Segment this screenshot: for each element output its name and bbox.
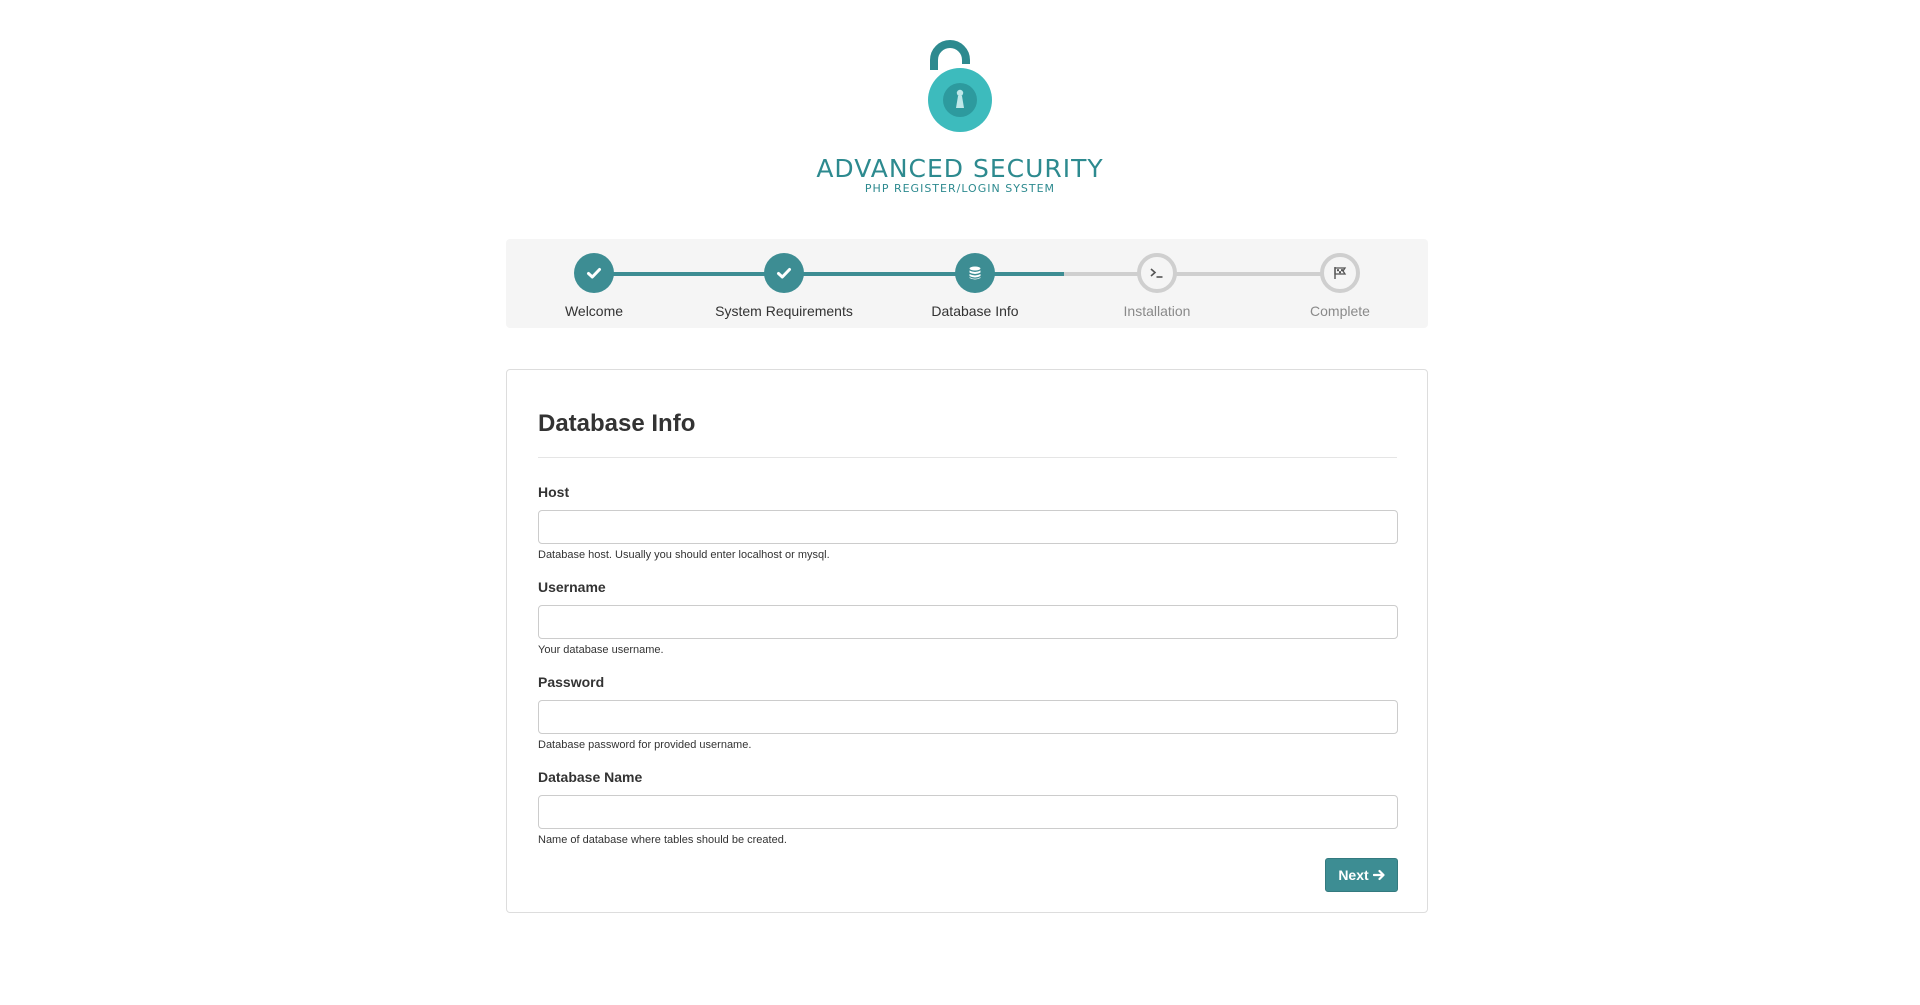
password-help-text: Database password for provided username.: [538, 739, 752, 751]
brand-title: ADVANCED SECURITY: [816, 154, 1104, 183]
database-name-help-text: Name of database where tables should be …: [538, 834, 787, 846]
next-button[interactable]: Next: [1325, 858, 1398, 892]
step-complete: Complete: [1250, 253, 1430, 319]
check-icon: [777, 268, 791, 279]
step-circle: [1137, 253, 1177, 293]
check-icon: [587, 268, 601, 279]
step-circle: [764, 253, 804, 293]
host-input[interactable]: [538, 510, 1398, 544]
password-input[interactable]: [538, 700, 1398, 734]
step-installation: Installation: [1067, 253, 1247, 319]
username-label: Username: [538, 579, 606, 595]
wizard-steps: Welcome System Requirements Database Inf…: [506, 239, 1428, 328]
database-name-field-group: Database Name Name of database where tab…: [538, 767, 1398, 847]
host-label: Host: [538, 484, 570, 500]
padlock-open-icon: [928, 40, 992, 132]
step-label: System Requirements: [715, 303, 853, 319]
brand-subtitle: PHP REGISTER/LOGIN SYSTEM: [864, 182, 1056, 195]
step-circle: [955, 253, 995, 293]
step-label: Installation: [1123, 303, 1191, 319]
step-label: Welcome: [564, 303, 624, 319]
step-welcome: Welcome: [504, 253, 684, 319]
host-field-group: Host Database host. Usually you should e…: [538, 482, 1398, 562]
database-icon: [969, 266, 981, 280]
page-title: Database Info: [538, 410, 696, 437]
step-circle: [1320, 253, 1360, 293]
step-database-info: Database Info: [885, 253, 1065, 319]
host-help-text: Database host. Usually you should enter …: [538, 549, 830, 561]
step-label: Complete: [1310, 303, 1370, 319]
step-circle: [574, 253, 614, 293]
terminal-icon: [1150, 268, 1163, 278]
password-field-group: Password Database password for provided …: [538, 672, 1398, 752]
step-system-requirements: System Requirements: [694, 253, 874, 319]
username-field-group: Username Your database username.: [538, 577, 1398, 657]
username-input[interactable]: [538, 605, 1398, 639]
username-help-text: Your database username.: [538, 644, 664, 656]
database-name-input[interactable]: [538, 795, 1398, 829]
password-label: Password: [538, 674, 605, 690]
divider: [538, 457, 1397, 458]
next-button-label: Next: [1338, 867, 1369, 883]
arrow-right-icon: [1372, 869, 1385, 881]
database-info-card: Database Info Host Database host. Usuall…: [506, 369, 1428, 913]
step-label: Database Info: [931, 303, 1019, 319]
flag-icon: [1334, 267, 1347, 279]
brand-header: ADVANCED SECURITY PHP REGISTER/LOGIN SYS…: [0, 38, 1920, 196]
database-name-label: Database Name: [538, 769, 643, 785]
